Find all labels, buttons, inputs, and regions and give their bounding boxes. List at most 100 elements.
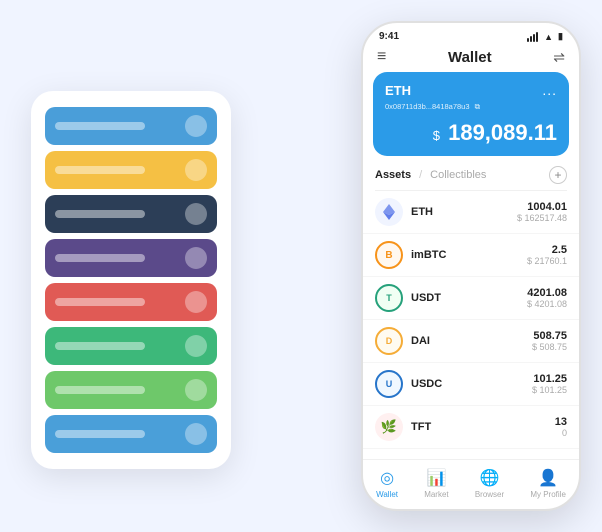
bottom-nav: ◎ Wallet 📊 Market 🌐 Browser 👤 My Profile	[363, 459, 579, 509]
card-row-label-6	[55, 342, 145, 350]
eth-amounts: 1004.01 $ 162517.48	[517, 201, 567, 223]
card-row-icon-4	[185, 247, 207, 269]
card-stack	[31, 91, 231, 469]
tft-icon: 🌿	[375, 413, 403, 441]
card-row-7[interactable]	[45, 371, 217, 409]
imbtc-amount: 2.5	[527, 244, 567, 256]
dai-amounts: 508.75 $ 508.75	[532, 330, 567, 352]
card-row-5[interactable]	[45, 283, 217, 321]
copy-icon[interactable]: ⧉	[475, 102, 480, 111]
card-row-3[interactable]	[45, 195, 217, 233]
asset-item-imbtc[interactable]: B imBTC 2.5 $ 21760.1	[363, 234, 579, 277]
menu-icon[interactable]: ≡	[377, 48, 386, 66]
time-display: 9:41	[379, 31, 399, 42]
usdc-icon: U	[375, 370, 403, 398]
eth-amount: 1004.01	[517, 201, 567, 213]
asset-item-tft[interactable]: 🌿 TFT 13 0	[363, 406, 579, 449]
usdc-usd: $ 101.25	[532, 385, 567, 395]
asset-list: ETH 1004.01 $ 162517.48 B imBTC 2.5 $ 21…	[363, 191, 579, 459]
wifi-icon: ▲	[544, 32, 553, 42]
asset-item-usdt[interactable]: T USDT 4201.08 $ 4201.08	[363, 277, 579, 320]
card-row-2[interactable]	[45, 151, 217, 189]
phone: 9:41 ▲ ▮ ≡ Wallet ⇌ ETH ...	[361, 21, 581, 511]
card-row-label-5	[55, 298, 145, 306]
card-row-icon-5	[185, 291, 207, 313]
eth-card-top: ETH ...	[385, 82, 557, 98]
eth-asset-name: ETH	[411, 206, 517, 218]
browser-nav-icon: 🌐	[480, 468, 500, 488]
usdt-amounts: 4201.08 $ 4201.08	[527, 287, 567, 309]
tft-asset-name: TFT	[411, 421, 555, 433]
tft-usd: 0	[555, 428, 567, 438]
wallet-nav-label: Wallet	[376, 490, 398, 499]
browser-nav-label: Browser	[475, 490, 504, 499]
eth-card-more[interactable]: ...	[542, 82, 557, 98]
asset-item-dai[interactable]: D DAI 508.75 $ 508.75	[363, 320, 579, 363]
card-row-4[interactable]	[45, 239, 217, 277]
card-row-label-4	[55, 254, 145, 262]
eth-logo-icon	[380, 203, 398, 221]
usdc-asset-name: USDC	[411, 378, 532, 390]
card-row-icon-2	[185, 159, 207, 181]
usdc-amounts: 101.25 $ 101.25	[532, 373, 567, 395]
market-nav-icon: 📊	[426, 468, 446, 488]
market-nav-label: Market	[424, 490, 448, 499]
currency-symbol: $	[433, 128, 440, 143]
card-row-icon-1	[185, 115, 207, 137]
dai-icon: D	[375, 327, 403, 355]
eth-card-address: 0x08711d3b...8418a78u3 ⧉	[385, 102, 557, 112]
battery-icon: ▮	[558, 31, 563, 42]
page-title: Wallet	[448, 49, 492, 66]
card-row-icon-7	[185, 379, 207, 401]
nav-browser[interactable]: 🌐 Browser	[475, 468, 504, 499]
eth-amount-value: 189,089.11	[448, 120, 557, 145]
card-row-label-7	[55, 386, 145, 394]
imbtc-asset-name: imBTC	[411, 249, 527, 261]
dai-asset-name: DAI	[411, 335, 532, 347]
tft-amount: 13	[555, 416, 567, 428]
card-row-label-8	[55, 430, 145, 438]
imbtc-amounts: 2.5 $ 21760.1	[527, 244, 567, 266]
profile-nav-icon: 👤	[538, 468, 558, 488]
profile-nav-label: My Profile	[530, 490, 566, 499]
card-row-label-1	[55, 122, 145, 130]
status-bar: 9:41 ▲ ▮	[363, 23, 579, 46]
assets-tabs: Assets / Collectibles	[375, 169, 486, 181]
card-row-1[interactable]	[45, 107, 217, 145]
status-icons: ▲ ▮	[527, 31, 563, 42]
tft-amounts: 13 0	[555, 416, 567, 438]
usdt-icon: T	[375, 284, 403, 312]
eth-icon	[375, 198, 403, 226]
card-row-icon-3	[185, 203, 207, 225]
card-row-8[interactable]	[45, 415, 217, 453]
usdt-usd: $ 4201.08	[527, 299, 567, 309]
eth-card-name: ETH	[385, 83, 411, 98]
asset-item-usdc[interactable]: U USDC 101.25 $ 101.25	[363, 363, 579, 406]
tab-collectibles[interactable]: Collectibles	[430, 169, 486, 181]
assets-header: Assets / Collectibles +	[363, 166, 579, 190]
dai-amount: 508.75	[532, 330, 567, 342]
card-row-icon-8	[185, 423, 207, 445]
tab-assets[interactable]: Assets	[375, 169, 411, 181]
nav-profile[interactable]: 👤 My Profile	[530, 468, 566, 499]
scan-icon[interactable]: ⇌	[553, 49, 565, 66]
card-row-label-2	[55, 166, 145, 174]
imbtc-icon: B	[375, 241, 403, 269]
eth-card[interactable]: ETH ... 0x08711d3b...8418a78u3 ⧉ $ 189,0…	[373, 72, 569, 156]
card-row-6[interactable]	[45, 327, 217, 365]
eth-usd: $ 162517.48	[517, 213, 567, 223]
card-row-icon-6	[185, 335, 207, 357]
usdc-amount: 101.25	[532, 373, 567, 385]
dai-usd: $ 508.75	[532, 342, 567, 352]
tab-separator: /	[419, 169, 422, 181]
scene: 9:41 ▲ ▮ ≡ Wallet ⇌ ETH ...	[11, 11, 591, 521]
nav-wallet[interactable]: ◎ Wallet	[376, 468, 398, 499]
wallet-nav-icon: ◎	[380, 468, 394, 488]
signal-icon	[527, 32, 538, 42]
nav-market[interactable]: 📊 Market	[424, 468, 448, 499]
card-row-label-3	[55, 210, 145, 218]
eth-card-amount: $ 189,089.11	[385, 120, 557, 146]
asset-item-eth[interactable]: ETH 1004.01 $ 162517.48	[363, 191, 579, 234]
usdt-asset-name: USDT	[411, 292, 527, 304]
add-asset-button[interactable]: +	[549, 166, 567, 184]
